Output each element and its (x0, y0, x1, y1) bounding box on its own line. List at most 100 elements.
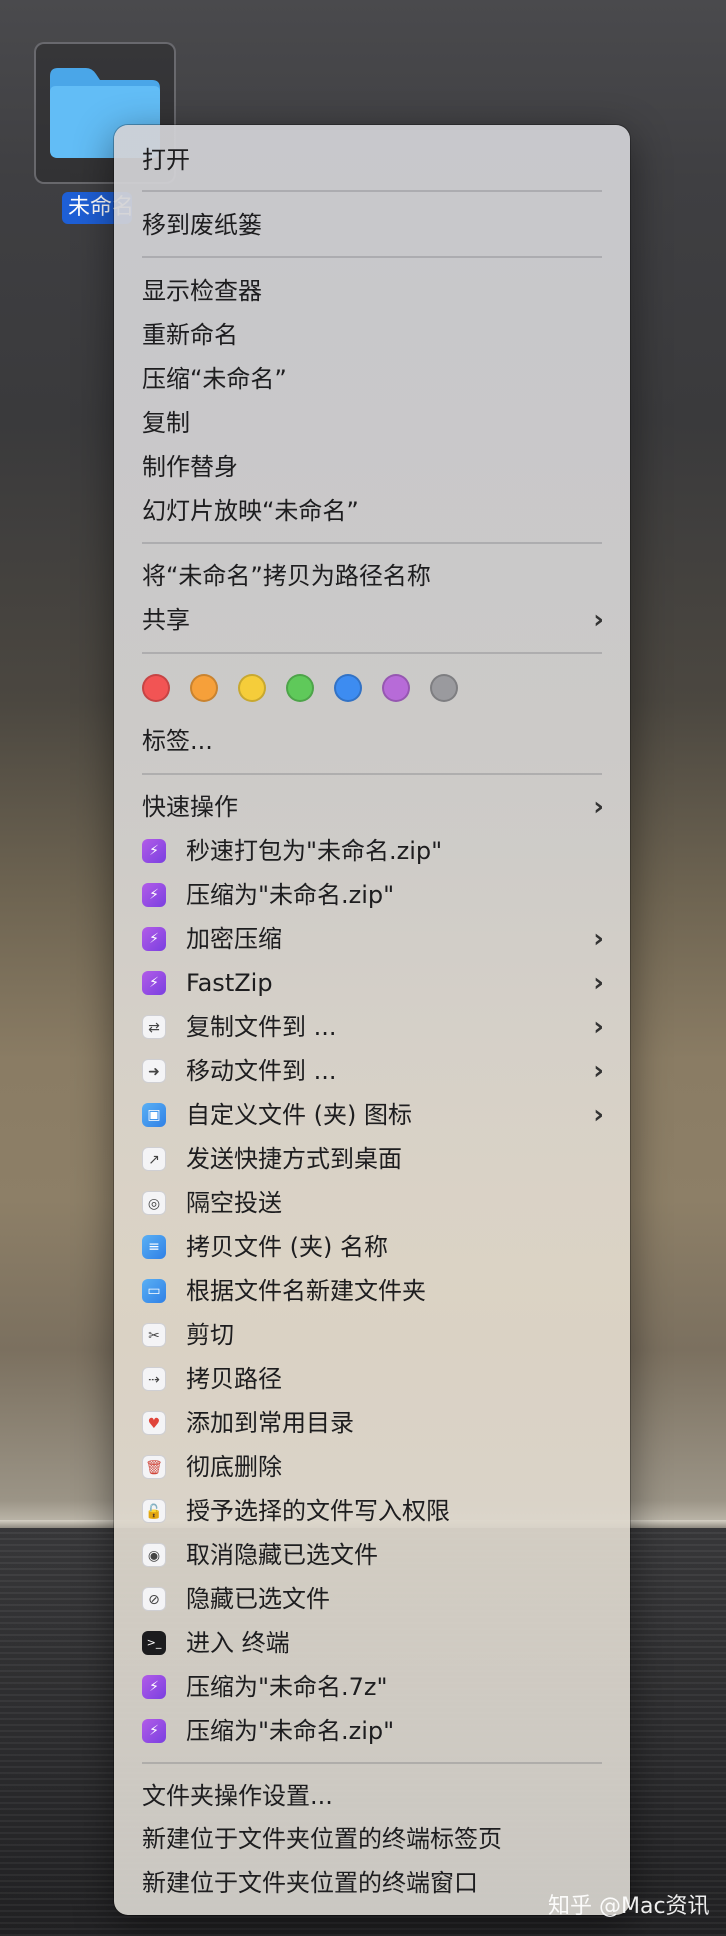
chevron-right-icon: › (593, 968, 604, 998)
chevron-right-icon: › (593, 605, 604, 635)
quick-action-item[interactable]: ▣ 自定义文件 (夹) 图标 › (114, 1093, 630, 1137)
menu-item-label: 拷贝路径 (186, 1365, 282, 1393)
terminal-icon: >_ (142, 1631, 166, 1655)
quick-action-item[interactable]: 🗑 彻底删除 (114, 1445, 630, 1489)
quick-action-item[interactable]: ⚡ FastZip › (114, 961, 630, 1005)
menu-item-label: 彻底删除 (186, 1453, 282, 1481)
menu-item-duplicate[interactable]: 复制 (114, 401, 630, 445)
menu-item-share[interactable]: 共享 › (114, 598, 630, 642)
chevron-right-icon: › (593, 792, 604, 822)
menu-item-rename[interactable]: 重新命名 (114, 313, 630, 357)
menu-item-label: 根据文件名新建文件夹 (186, 1277, 426, 1305)
menu-item-label: 加密压缩 (186, 925, 282, 953)
menu-item-label: 移动文件到 ... (186, 1057, 337, 1085)
zip-bolt-icon: ⚡ (142, 1675, 166, 1699)
quick-action-item[interactable]: ⚡ 压缩为"未命名.zip" (114, 1709, 630, 1753)
menu-item-label: 进入 终端 (186, 1629, 290, 1657)
menu-item-label: 幻灯片放映“未命名” (142, 497, 359, 525)
tag-color-dot[interactable] (190, 674, 218, 702)
menu-item-label: 复制文件到 ... (186, 1013, 337, 1041)
menu-item-label: 文件夹操作设置... (142, 1782, 333, 1810)
separator (142, 1762, 602, 1764)
menu-item-label: 复制 (142, 409, 190, 437)
zip-bolt-icon: ⚡ (142, 927, 166, 951)
quick-action-item[interactable]: ➜ 移动文件到 ... › (114, 1049, 630, 1093)
menu-item-get-info[interactable]: 显示检查器 (114, 269, 630, 313)
tag-color-dot[interactable] (430, 674, 458, 702)
menu-item-label: FastZip (186, 969, 273, 997)
menu-item-quick-actions[interactable]: 快速操作 › (114, 785, 630, 829)
menu-item-compress[interactable]: 压缩“未命名” (114, 357, 630, 401)
menu-item-label: 移到废纸篓 (142, 211, 262, 239)
menu-item-label: 秒速打包为"未命名.zip" (186, 837, 443, 865)
quick-action-item[interactable]: >_ 进入 终端 (114, 1621, 630, 1665)
unlock-icon: 🔓 (142, 1499, 166, 1523)
menu-item-move-to-trash[interactable]: 移到废纸篓 (114, 203, 630, 247)
menu-item-label: 新建位于文件夹位置的终端窗口 (142, 1869, 478, 1897)
scissors-icon: ✂ (142, 1323, 166, 1347)
menu-item-label: 压缩“未命名” (142, 365, 287, 393)
menu-item-label: 取消隐藏已选文件 (186, 1541, 378, 1569)
menu-item-label: 隔空投送 (186, 1189, 282, 1217)
menu-item-open[interactable]: 打开 (114, 138, 630, 182)
quick-action-item[interactable]: 🔓 授予选择的文件写入权限 (114, 1489, 630, 1533)
separator (142, 773, 602, 775)
quick-action-item[interactable]: ⇄ 复制文件到 ... › (114, 1005, 630, 1049)
menu-item-label: 标签... (142, 727, 213, 755)
context-menu: 打开 移到废纸篓 显示检查器 重新命名 压缩“未命名” 复制 制作替身 幻灯片放… (114, 125, 630, 1915)
quick-action-item[interactable]: ⚡ 压缩为"未命名.7z" (114, 1665, 630, 1709)
menu-item-folder-actions-setup[interactable]: 文件夹操作设置... (114, 1774, 630, 1818)
chevron-right-icon: › (593, 1056, 604, 1086)
menu-item-label: 重新命名 (142, 321, 238, 349)
menu-item-tags[interactable]: 标签... (114, 719, 630, 763)
separator (142, 542, 602, 544)
zip-bolt-icon: ⚡ (142, 839, 166, 863)
separator (142, 190, 602, 192)
menu-item-label: 拷贝文件 (夹) 名称 (186, 1233, 388, 1261)
airdrop-icon: ◎ (142, 1191, 166, 1215)
zip-bolt-icon: ⚡ (142, 971, 166, 995)
tag-color-dot[interactable] (238, 674, 266, 702)
path-icon: ⇢ (142, 1367, 166, 1391)
heart-folder-icon: ♥ (142, 1411, 166, 1435)
trash-icon: 🗑 (142, 1455, 166, 1479)
menu-item-copy-as-path[interactable]: 将“未命名”拷贝为路径名称 (114, 554, 630, 598)
menu-item-label: 共享 (142, 606, 190, 634)
quick-action-item[interactable]: ♥ 添加到常用目录 (114, 1401, 630, 1445)
menu-item-label: 剪切 (186, 1321, 234, 1349)
separator (142, 652, 602, 654)
tag-color-dot[interactable] (286, 674, 314, 702)
quick-action-item[interactable]: ⚡ 秒速打包为"未命名.zip" (114, 829, 630, 873)
eye-slash-icon: ⊘ (142, 1587, 166, 1611)
new-folder-icon: ▭ (142, 1279, 166, 1303)
quick-action-item[interactable]: ⚡ 加密压缩 › (114, 917, 630, 961)
menu-item-label: 授予选择的文件写入权限 (186, 1497, 450, 1525)
quick-action-item[interactable]: ⚡ 压缩为"未命名.zip" (114, 873, 630, 917)
menu-item-label: 快速操作 (142, 793, 238, 821)
quick-action-item[interactable]: ✂ 剪切 (114, 1313, 630, 1357)
quick-action-item[interactable]: ≡ 拷贝文件 (夹) 名称 (114, 1225, 630, 1269)
separator (142, 256, 602, 258)
quick-action-item[interactable]: ◉ 取消隐藏已选文件 (114, 1533, 630, 1577)
menu-item-label: 制作替身 (142, 453, 238, 481)
move-arrow-icon: ➜ (142, 1059, 166, 1083)
copy-name-icon: ≡ (142, 1235, 166, 1259)
menu-item-slideshow[interactable]: 幻灯片放映“未命名” (114, 489, 630, 533)
quick-action-item[interactable]: ◎ 隔空投送 (114, 1181, 630, 1225)
menu-item-label: 新建位于文件夹位置的终端标签页 (142, 1825, 502, 1853)
tag-color-dot[interactable] (334, 674, 362, 702)
folder-image-icon: ▣ (142, 1103, 166, 1127)
tag-color-dot[interactable] (142, 674, 170, 702)
menu-item-label: 自定义文件 (夹) 图标 (186, 1101, 412, 1129)
menu-item-make-alias[interactable]: 制作替身 (114, 445, 630, 489)
quick-action-item[interactable]: ⇢ 拷贝路径 (114, 1357, 630, 1401)
tag-color-dot[interactable] (382, 674, 410, 702)
copy-arrows-icon: ⇄ (142, 1015, 166, 1039)
menu-item-new-terminal-tab[interactable]: 新建位于文件夹位置的终端标签页 (114, 1817, 630, 1861)
menu-item-label: 添加到常用目录 (186, 1409, 354, 1437)
menu-item-label: 将“未命名”拷贝为路径名称 (142, 562, 431, 590)
shortcut-arrow-icon: ↗ (142, 1147, 166, 1171)
quick-action-item[interactable]: ⊘ 隐藏已选文件 (114, 1577, 630, 1621)
quick-action-item[interactable]: ↗ 发送快捷方式到桌面 (114, 1137, 630, 1181)
quick-action-item[interactable]: ▭ 根据文件名新建文件夹 (114, 1269, 630, 1313)
